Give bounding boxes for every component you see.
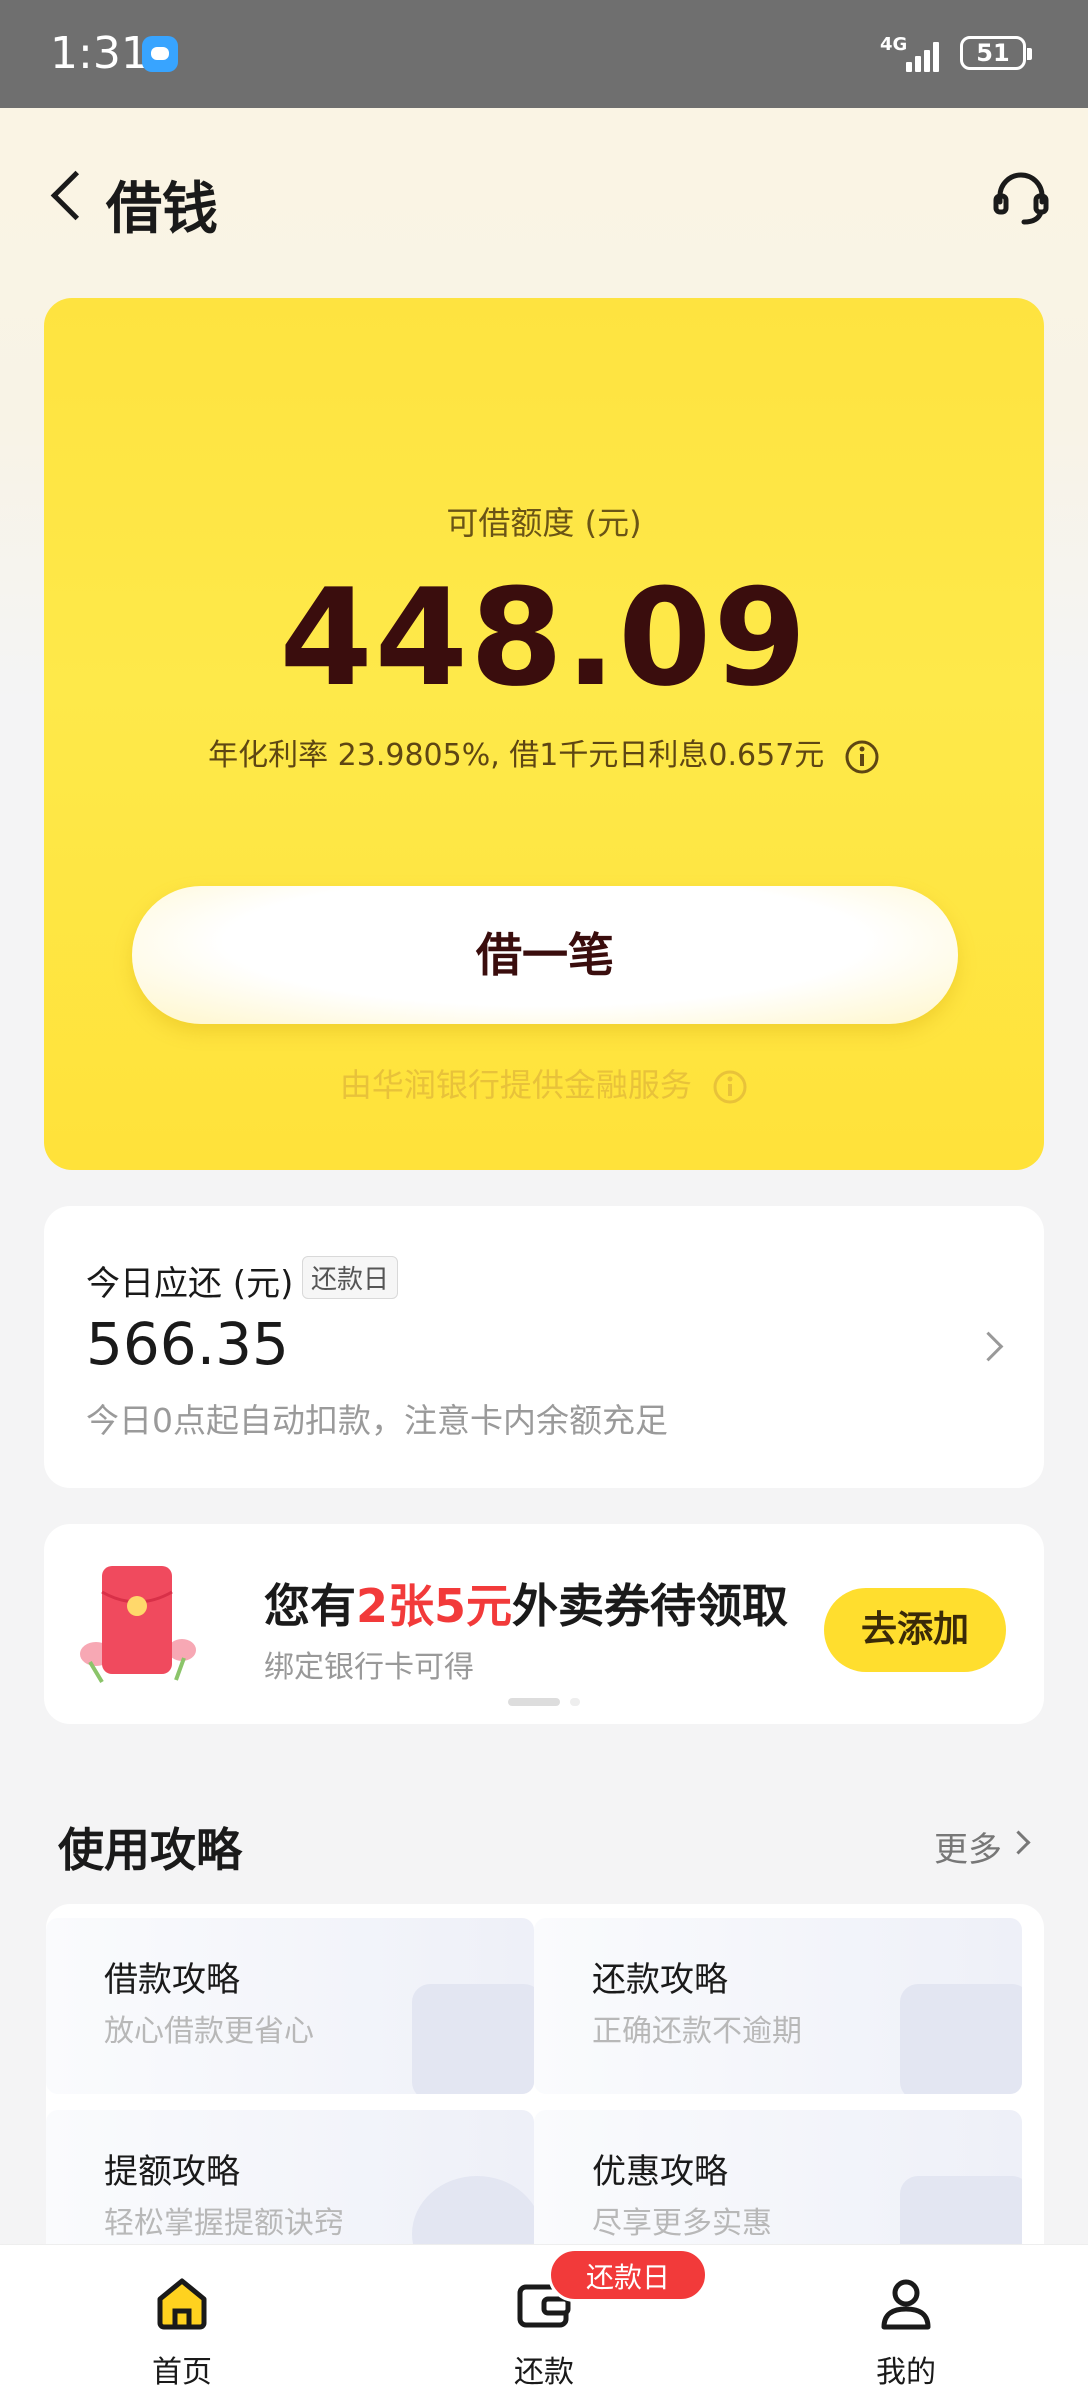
borrow-button[interactable]: 借一笔 [132,886,958,1024]
promo-title: 您有2张5元外卖券待领取 [264,1570,788,1636]
card-illustration-icon [900,1984,1022,2094]
home-icon [157,2278,207,2330]
provider-text: 由华润银行提供金融服务 [339,1066,692,1104]
guide-item-title: 提额攻略 [104,2152,240,2192]
signal-icon [906,38,946,72]
guide-item-title: 还款攻略 [592,1960,728,2000]
promo-subtitle: 绑定银行卡可得 [264,1650,474,1685]
red-envelope-icon [80,1566,196,1684]
bottom-tab-bar: 首页 还款 我的 [0,2244,1088,2401]
provider-line: 由华润银行提供金融服务 [44,1060,1044,1106]
interest-rate-text: 年化利率 23.9805%, 借1千元日利息0.657元 [208,738,825,773]
guide-more-link[interactable]: 更多 [934,1822,1002,1871]
chevron-right-icon [973,1331,1004,1362]
status-bar: 1:31 4G 51 [0,0,1088,108]
auto-debit-note: 今日0点起自动扣款，注意卡内余额充足 [86,1401,668,1440]
status-time: 1:31 [50,28,149,79]
page-title: 借钱 [106,177,218,242]
add-card-button[interactable]: 去添加 [824,1588,1006,1672]
tab-home[interactable]: 首页 [82,2245,282,2401]
interest-rate-line: 年化利率 23.9805%, 借1千元日利息0.657元 [44,730,1044,775]
guide-item-title: 借款攻略 [104,1960,240,2000]
wallet-illustration-icon [412,1984,534,2094]
guide-section-title: 使用攻略 [58,1823,242,1877]
more-chevron-icon [1006,1830,1031,1855]
guide-item-subtitle: 正确还款不逾期 [592,2014,802,2049]
tab-profile-label: 我的 [876,2355,936,2390]
battery-icon: 51 [960,36,1032,70]
guide-item-title: 优惠攻略 [592,2152,728,2192]
carousel-dot [570,1698,580,1706]
due-today-label: 今日应还 (元) [86,1264,294,1304]
tab-home-label: 首页 [152,2355,212,2390]
repayment-day-badge: 还款日 [548,2248,708,2302]
due-amount: 566.35 [86,1310,289,1378]
guide-item-subtitle: 尽享更多实惠 [592,2206,772,2241]
promo-title-prefix: 您有 [264,1579,356,1633]
network-type: 4G [880,34,908,55]
coupon-promo-banner[interactable]: 您有2张5元外卖券待领取 绑定银行卡可得 去添加 [44,1524,1044,1724]
guide-item-subtitle: 轻松掌握提额诀窍 [104,2206,344,2241]
customer-service-icon[interactable] [990,168,1052,230]
loan-limit-card: 可借额度 (元) 448.09 年化利率 23.9805%, 借1千元日利息0.… [44,298,1044,1170]
carousel-dot-active [508,1698,560,1706]
promo-title-highlight: 2张5元 [356,1579,513,1633]
repayment-day-tag: 还款日 [302,1256,399,1299]
tab-repay-label: 还款 [514,2355,574,2390]
guide-item-repay[interactable]: 还款攻略 正确还款不逾期 [534,1918,1022,2094]
due-today-card[interactable]: 今日应还 (元) 还款日 566.35 今日0点起自动扣款，注意卡内余额充足 [44,1206,1044,1488]
tab-profile[interactable]: 我的 [806,2245,1006,2401]
profile-icon [881,2279,931,2330]
carousel-indicator [508,1698,580,1706]
rate-info-icon[interactable] [844,739,880,775]
provider-info-icon[interactable] [712,1069,748,1105]
guide-item-subtitle: 放心借款更省心 [104,2014,314,2049]
available-limit-value: 448.09 [279,560,809,716]
available-limit-label: 可借额度 (元) [446,504,642,542]
promo-title-suffix: 外卖券待领取 [512,1579,789,1633]
message-notification-icon [142,36,178,72]
guide-item-borrow[interactable]: 借款攻略 放心借款更省心 [46,1918,534,2094]
